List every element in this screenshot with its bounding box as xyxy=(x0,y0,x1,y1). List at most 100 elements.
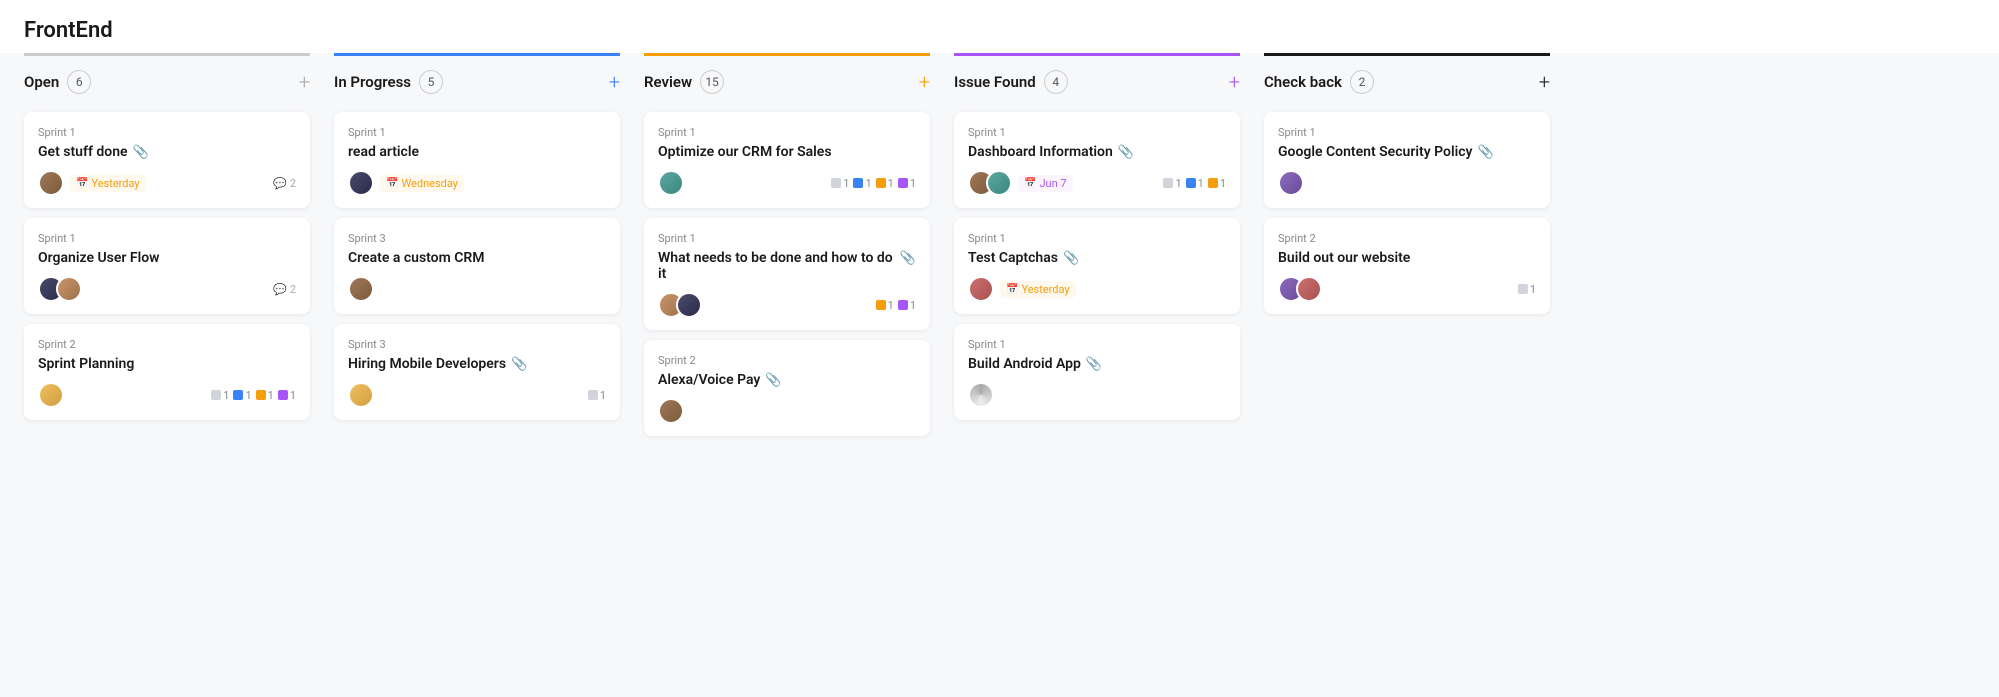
card-review-1[interactable]: Sprint 1What needs to be done and how to… xyxy=(644,218,930,330)
card-avatars xyxy=(38,170,64,196)
avatar xyxy=(1278,170,1304,196)
card-open-2[interactable]: Sprint 2Sprint Planning1111 xyxy=(24,324,310,420)
comment-count: 💬 2 xyxy=(273,177,296,190)
count-badge: 1 xyxy=(1186,177,1204,190)
card-footer: 📅Wednesday xyxy=(348,170,606,196)
count-badge: 1 xyxy=(233,389,251,402)
card-date-badge: 📅Yesterday xyxy=(1000,281,1076,298)
avatar xyxy=(1296,276,1322,302)
count-badge: 1 xyxy=(1163,177,1181,190)
card-avatars xyxy=(658,398,684,424)
card-title: Create a custom CRM xyxy=(348,250,606,266)
avatar xyxy=(968,276,994,302)
card-title: Optimize our CRM for Sales xyxy=(658,144,916,160)
count-badge: 1 xyxy=(831,177,849,190)
card-title: Test Captchas📎 xyxy=(968,250,1226,266)
avatar xyxy=(676,292,702,318)
app-header: FrontEnd xyxy=(0,0,1999,53)
card-sprint: Sprint 1 xyxy=(658,232,916,245)
column-in-progress: In Progress 5 + Sprint 1read article📅Wednes… xyxy=(322,53,632,678)
comment-count: 💬 2 xyxy=(273,283,296,296)
count-badge: 1 xyxy=(1208,177,1226,190)
card-title: Alexa/Voice Pay📎 xyxy=(658,372,916,388)
card-sprint: Sprint 1 xyxy=(658,126,916,139)
card-check-back-1[interactable]: Sprint 2 Build out our website 1 xyxy=(1264,218,1550,314)
count-badge: 1 xyxy=(876,177,894,190)
card-open-1[interactable]: Sprint 1 Organize User Flow 💬 2 xyxy=(24,218,310,314)
card-footer: 1111 xyxy=(658,170,916,196)
card-sprint: Sprint 2 xyxy=(38,338,296,351)
card-date-badge: 📅Jun 7 xyxy=(1018,175,1073,192)
column-title-review: Review xyxy=(644,73,692,91)
card-avatars xyxy=(968,382,994,408)
card-footer: 📅Yesterday xyxy=(968,276,1226,302)
card-sprint: Sprint 3 xyxy=(348,338,606,351)
avatar xyxy=(986,170,1012,196)
column-add-button-check-back[interactable]: + xyxy=(1539,72,1550,92)
count-badges: 1111 xyxy=(211,389,296,402)
card-in-progress-1[interactable]: Sprint 3 Create a custom CRM xyxy=(334,218,620,314)
card-title: Build out our website xyxy=(1278,250,1536,266)
card-avatars xyxy=(348,382,374,408)
column-title-in-progress: In Progress xyxy=(334,73,411,91)
column-count-review: 15 xyxy=(700,70,724,94)
card-footer: 1 xyxy=(348,382,606,408)
count-badges: 1 xyxy=(1518,283,1536,296)
card-in-progress-2[interactable]: Sprint 3 Hiring Mobile Developers📎 1 xyxy=(334,324,620,420)
column-add-button-open[interactable]: + xyxy=(299,72,310,92)
column-issue-found: Issue Found4+ Sprint 1 Dashboard Informati… xyxy=(942,53,1252,678)
column-title-open: Open xyxy=(24,73,59,91)
count-badge: 1 xyxy=(588,389,606,402)
card-avatars xyxy=(348,170,374,196)
card-sprint: Sprint 1 xyxy=(968,232,1226,245)
column-header-check-back: Check back2+ xyxy=(1264,53,1550,104)
column-header-issue-found: Issue Found4+ xyxy=(954,53,1240,104)
card-issue-found-0[interactable]: Sprint 1Dashboard Information📎📅Jun 7111 xyxy=(954,112,1240,208)
avatar xyxy=(658,398,684,424)
column-header-open: Open6+ xyxy=(24,53,310,104)
card-issue-found-2[interactable]: Sprint 1Build Android App📎 xyxy=(954,324,1240,420)
card-avatars xyxy=(38,382,64,408)
column-header-review: Review 15 + xyxy=(644,53,930,104)
avatar xyxy=(348,382,374,408)
column-add-button-in-progress[interactable]: + xyxy=(609,72,620,92)
card-sprint: Sprint 1 xyxy=(38,232,296,245)
count-badge: 1 xyxy=(211,389,229,402)
card-title: Build Android App📎 xyxy=(968,356,1226,372)
card-footer: 📅Jun 7111 xyxy=(968,170,1226,196)
card-sprint: Sprint 2 xyxy=(658,354,916,367)
card-title: Hiring Mobile Developers📎 xyxy=(348,356,606,372)
card-footer: 1 xyxy=(1278,276,1536,302)
card-avatars xyxy=(658,292,702,318)
card-title: Organize User Flow xyxy=(38,250,296,266)
card-avatars xyxy=(1278,170,1304,196)
board: Open6+ Sprint 1Get stuff done📎📅Yesterday💬… xyxy=(0,53,1999,690)
card-review-2[interactable]: Sprint 2 Alexa/Voice Pay📎 xyxy=(644,340,930,436)
card-issue-found-1[interactable]: Sprint 1 Test Captchas📎 📅Yesterday xyxy=(954,218,1240,314)
column-header-in-progress: In Progress 5 + xyxy=(334,53,620,104)
card-avatars xyxy=(658,170,684,196)
card-title: Dashboard Information📎 xyxy=(968,144,1226,160)
card-review-0[interactable]: Sprint 1Optimize our CRM for Sales1111 xyxy=(644,112,930,208)
column-add-button-review[interactable]: + xyxy=(919,72,930,92)
card-in-progress-0[interactable]: Sprint 1read article📅Wednesday xyxy=(334,112,620,208)
column-count-check-back: 2 xyxy=(1350,70,1374,94)
avatar xyxy=(56,276,82,302)
card-avatars xyxy=(968,276,994,302)
card-footer xyxy=(1278,170,1536,196)
column-count-in-progress: 5 xyxy=(419,70,443,94)
avatar xyxy=(38,170,64,196)
avatar xyxy=(348,276,374,302)
card-sprint: Sprint 3 xyxy=(348,232,606,245)
clip-icon: 📎 xyxy=(1118,145,1134,160)
card-sprint: Sprint 2 xyxy=(1278,232,1536,245)
card-sprint: Sprint 1 xyxy=(968,126,1226,139)
column-add-button-issue-found[interactable]: + xyxy=(1229,72,1240,92)
card-check-back-0[interactable]: Sprint 1Google Content Security Policy📎 xyxy=(1264,112,1550,208)
count-badge: 1 xyxy=(256,389,274,402)
card-footer xyxy=(348,276,606,302)
card-open-0[interactable]: Sprint 1Get stuff done📎📅Yesterday💬 2 xyxy=(24,112,310,208)
column-check-back: Check back2+Sprint 1Google Content Secur… xyxy=(1252,53,1562,678)
card-title: Google Content Security Policy📎 xyxy=(1278,144,1536,160)
column-open: Open6+ Sprint 1Get stuff done📎📅Yesterday💬… xyxy=(12,53,322,678)
